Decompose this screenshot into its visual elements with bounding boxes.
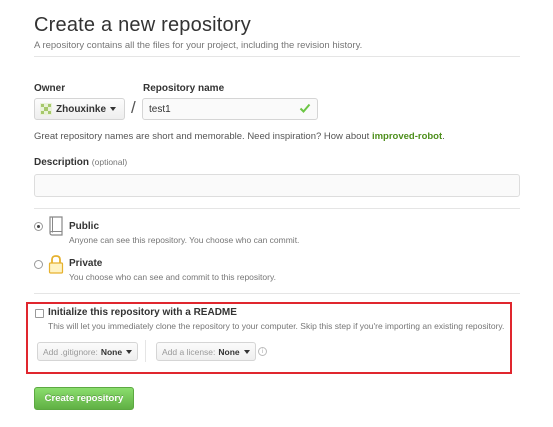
public-desc: Anyone can see this repository. You choo… bbox=[69, 235, 300, 245]
lock-icon bbox=[48, 255, 64, 274]
private-title: Private bbox=[69, 258, 103, 269]
init-readme-checkbox[interactable] bbox=[35, 309, 44, 318]
hint-text: Great repository names are short and mem… bbox=[34, 131, 372, 142]
init-readme-title: Initialize this repository with a README bbox=[48, 307, 237, 318]
license-dropdown[interactable]: Add a license: None bbox=[156, 342, 256, 361]
private-desc: You choose who can see and commit to thi… bbox=[69, 272, 276, 282]
chevron-down-icon bbox=[243, 349, 250, 354]
chevron-down-icon bbox=[126, 349, 133, 354]
repo-name-input[interactable] bbox=[142, 98, 318, 120]
public-radio[interactable] bbox=[34, 222, 43, 231]
create-repository-button[interactable]: Create repository bbox=[34, 387, 134, 410]
license-label: Add a license: bbox=[162, 346, 216, 357]
license-value: None bbox=[218, 346, 240, 357]
hint-suffix: . bbox=[442, 131, 445, 142]
description-label-text: Description bbox=[34, 157, 90, 168]
name-suggestion-hint: Great repository names are short and mem… bbox=[34, 131, 445, 142]
suggestion-link[interactable]: improved-robot bbox=[372, 131, 442, 142]
chevron-down-icon bbox=[110, 107, 117, 111]
owner-label: Owner bbox=[34, 83, 66, 94]
owner-avatar-icon bbox=[40, 103, 52, 115]
section-divider-2 bbox=[34, 293, 520, 294]
owner-dropdown[interactable]: Zhouxinke bbox=[34, 98, 125, 120]
description-label: Description (optional) bbox=[34, 157, 127, 168]
owner-value: Zhouxinke bbox=[56, 103, 107, 115]
repo-book-icon bbox=[49, 216, 63, 236]
info-icon[interactable]: i bbox=[258, 347, 267, 356]
description-optional: (optional) bbox=[91, 157, 128, 167]
description-input[interactable] bbox=[34, 174, 520, 197]
gitignore-dropdown[interactable]: Add .gitignore: None bbox=[37, 342, 139, 361]
gitignore-value: None bbox=[100, 346, 123, 357]
page-title: Create a new repository bbox=[34, 14, 251, 36]
page-subtitle: A repository contains all the files for … bbox=[34, 40, 363, 51]
gitignore-label: Add .gitignore: bbox=[43, 346, 98, 357]
owner-repo-separator: / bbox=[131, 98, 136, 117]
private-radio[interactable] bbox=[34, 260, 43, 269]
public-title: Public bbox=[69, 221, 100, 232]
init-readme-desc: This will let you immediately clone the … bbox=[48, 321, 505, 331]
section-divider bbox=[34, 208, 520, 209]
check-icon bbox=[299, 103, 311, 113]
header-divider bbox=[34, 56, 520, 57]
dropdown-divider bbox=[145, 340, 146, 362]
repo-name-label: Repository name bbox=[143, 83, 225, 94]
